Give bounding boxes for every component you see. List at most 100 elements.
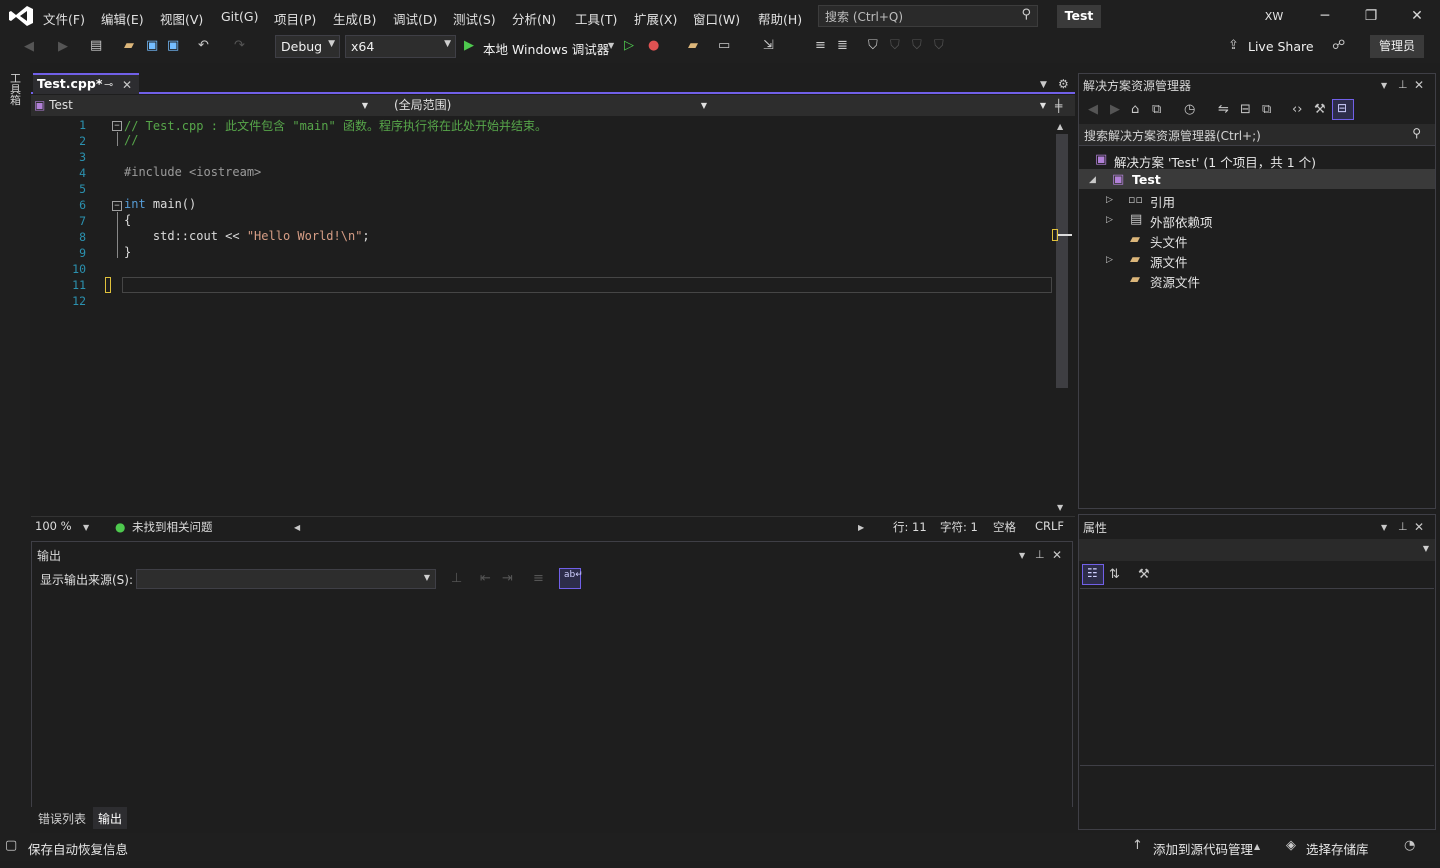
- zoom-level[interactable]: 100 %: [35, 519, 72, 533]
- outdent-icon[interactable]: ≣: [837, 38, 848, 54]
- output-source-select[interactable]: ▼: [136, 569, 436, 589]
- pin-icon[interactable]: ⊸: [104, 77, 113, 93]
- panel-menu-icon[interactable]: ▼: [1381, 78, 1387, 94]
- pending-changes-icon[interactable]: ◷: [1184, 102, 1195, 118]
- pin-icon[interactable]: ⊥: [1398, 77, 1408, 93]
- run-debugger-button[interactable]: 本地 Windows 调试器: [483, 39, 609, 58]
- gear-icon[interactable]: ⚙: [1058, 76, 1069, 92]
- user-avatar[interactable]: XW: [1262, 8, 1286, 26]
- close-tab-icon[interactable]: ✕: [122, 77, 132, 93]
- notification-icon[interactable]: ▢: [5, 838, 17, 854]
- platform-select[interactable]: x64 ▼: [345, 35, 456, 58]
- home-icon[interactable]: ⌂: [1131, 102, 1139, 118]
- preview-selected-toggle[interactable]: ⊟: [1332, 99, 1354, 120]
- layout-icon[interactable]: ▭: [718, 38, 730, 54]
- pin-icon[interactable]: ⊥: [1398, 519, 1408, 535]
- collapsed-arrow-icon[interactable]: ▷: [1106, 212, 1113, 228]
- collapse-all-icon[interactable]: ⊟: [1240, 102, 1251, 118]
- minimize-icon[interactable]: ─: [1310, 6, 1340, 26]
- editor-scroll-thumb[interactable]: [1056, 134, 1068, 388]
- notifications-bell-icon[interactable]: ◔: [1404, 838, 1415, 854]
- show-all-files-icon[interactable]: ⧉: [1262, 102, 1271, 118]
- switch-views-icon[interactable]: ⧉: [1152, 102, 1161, 118]
- tab-list-dropdown-icon[interactable]: ▼: [1040, 77, 1047, 93]
- categorized-toggle[interactable]: ☷: [1082, 564, 1104, 585]
- menu-item[interactable]: 调试(D): [393, 9, 437, 28]
- view-code-icon[interactable]: ‹›: [1292, 102, 1302, 118]
- code-editor[interactable]: 1 2 3 4 5 6 7 8 9 10 11 12 − − // Test.c…: [48, 117, 1052, 517]
- line-ending[interactable]: CRLF: [1035, 519, 1064, 533]
- menu-item[interactable]: 编辑(E): [101, 9, 144, 28]
- restore-icon[interactable]: ❐: [1356, 6, 1386, 26]
- save-all-icon[interactable]: ▣: [167, 38, 179, 54]
- forward-icon[interactable]: ▶: [1110, 102, 1120, 118]
- search-input[interactable]: 搜索 (Ctrl+Q) ⚲: [818, 5, 1038, 27]
- tree-item-resource-files[interactable]: 资源文件: [1150, 272, 1200, 291]
- member-nav-select[interactable]: ▼: [716, 96, 1052, 115]
- scroll-left-icon[interactable]: ◀: [294, 520, 300, 536]
- save-icon[interactable]: ▣: [146, 38, 158, 54]
- word-wrap-toggle[interactable]: ab↵: [559, 568, 583, 589]
- menu-item[interactable]: 窗口(W): [693, 9, 740, 28]
- bookmark-clear-icon[interactable]: ⛉: [934, 38, 944, 54]
- tree-item-header-files[interactable]: 头文件: [1150, 232, 1188, 251]
- whitespace-mode[interactable]: 空格: [993, 519, 1016, 535]
- feedback-icon[interactable]: ☍: [1332, 38, 1345, 54]
- chevron-down-icon[interactable]: ▼: [83, 520, 89, 536]
- scroll-down-icon[interactable]: ▼: [1057, 500, 1063, 516]
- collapsed-arrow-icon[interactable]: ▷: [1106, 192, 1113, 208]
- solution-folder-icon[interactable]: ▰: [688, 38, 698, 54]
- toolbox-tab[interactable]: 工具箱: [10, 73, 24, 106]
- prev-message-icon[interactable]: ⇤: [480, 571, 491, 587]
- issues-status[interactable]: 未找到相关问题: [132, 519, 213, 535]
- menu-item[interactable]: 帮助(H): [758, 9, 802, 28]
- tab-output[interactable]: 输出: [98, 810, 122, 827]
- menu-item[interactable]: 扩展(X): [634, 9, 677, 28]
- back-icon[interactable]: ◀: [1088, 102, 1098, 118]
- bookmark-icon[interactable]: ⛉: [868, 38, 878, 54]
- project-nav-select[interactable]: ▣ Test ▼: [34, 96, 374, 115]
- tree-item-source-files[interactable]: 源文件: [1150, 252, 1188, 271]
- tree-project[interactable]: Test: [1132, 172, 1161, 187]
- next-message-icon[interactable]: ⇥: [502, 571, 513, 587]
- menu-item[interactable]: 工具(T): [575, 9, 617, 28]
- indent-icon[interactable]: ≡: [815, 38, 826, 54]
- new-project-icon[interactable]: ▤: [90, 38, 102, 54]
- scope-nav-select[interactable]: (全局范围) ▼: [378, 96, 713, 115]
- alphabetical-icon[interactable]: ⇅: [1109, 567, 1120, 583]
- tab-error-list[interactable]: 错误列表: [38, 810, 86, 827]
- solution-search-input[interactable]: 搜索解决方案资源管理器(Ctrl+;) ⚲: [1079, 124, 1435, 146]
- property-pages-wrench-icon[interactable]: ⚒: [1138, 567, 1150, 583]
- find-message-icon[interactable]: ⊥: [451, 571, 462, 587]
- panel-menu-icon[interactable]: ▼: [1019, 548, 1025, 564]
- start-without-debugging-icon[interactable]: ▷: [624, 38, 634, 54]
- solution-name-badge[interactable]: Test: [1057, 5, 1101, 28]
- add-to-source-control-button[interactable]: 添加到源代码管理: [1153, 839, 1253, 858]
- collapse-region-icon[interactable]: −: [112, 201, 122, 211]
- bookmark-next-icon[interactable]: ⛉: [912, 38, 922, 54]
- scroll-right-icon[interactable]: ▶: [858, 520, 864, 536]
- live-share-button[interactable]: Live Share: [1248, 39, 1314, 54]
- chevron-down-icon[interactable]: ▼: [608, 38, 614, 54]
- menu-item[interactable]: 分析(N): [512, 9, 556, 28]
- forward-icon[interactable]: ▶: [58, 39, 68, 55]
- menu-item[interactable]: Git(G): [221, 9, 259, 24]
- tree-item-external-deps[interactable]: 外部依赖项: [1150, 212, 1213, 231]
- split-editor-icon[interactable]: ╪: [1055, 98, 1062, 114]
- close-panel-icon[interactable]: ✕: [1052, 547, 1062, 563]
- clear-all-icon[interactable]: ≡: [533, 571, 544, 587]
- properties-wrench-icon[interactable]: ⚒: [1314, 102, 1326, 118]
- undo-icon[interactable]: ↶: [198, 38, 209, 54]
- redo-icon[interactable]: ↷: [234, 38, 245, 54]
- chevron-up-icon[interactable]: ▲: [1254, 839, 1260, 855]
- configuration-select[interactable]: Debug ▼: [275, 35, 340, 58]
- bookmark-prev-icon[interactable]: ⛉: [890, 38, 900, 54]
- tree-item-references[interactable]: 引用: [1150, 192, 1175, 211]
- start-debugging-icon[interactable]: ▶: [464, 38, 474, 54]
- open-folder-icon[interactable]: ▰: [124, 38, 134, 54]
- panel-menu-icon[interactable]: ▼: [1381, 520, 1387, 536]
- close-window-icon[interactable]: ✕: [1402, 6, 1432, 26]
- menu-item[interactable]: 视图(V): [160, 9, 203, 28]
- scroll-up-icon[interactable]: ▲: [1057, 119, 1063, 135]
- sync-icon[interactable]: ⇋: [1218, 102, 1229, 118]
